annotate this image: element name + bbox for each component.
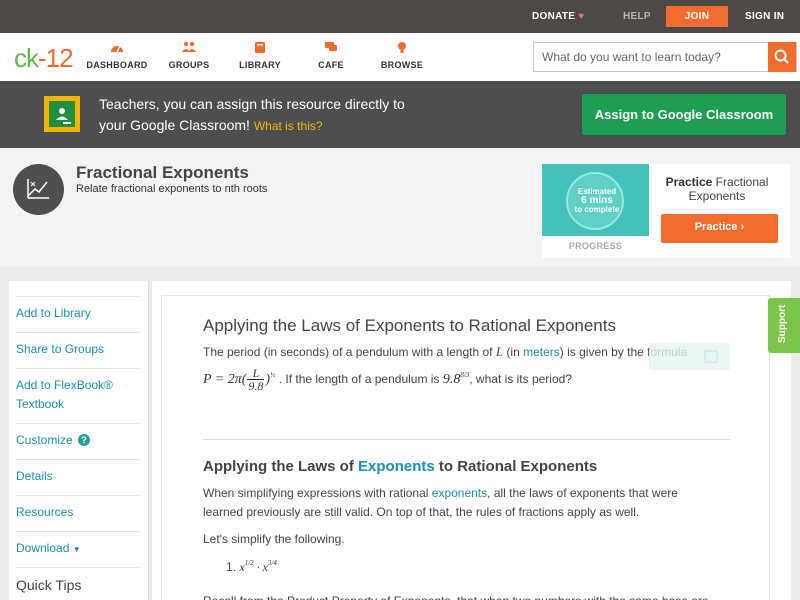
concept-title: Fractional Exponents bbox=[76, 163, 249, 182]
example-1: 1. x1/2 · x3/4 bbox=[226, 559, 277, 574]
formula-line: P = 2π(L 9.8)½ . If the length of a pendu… bbox=[203, 366, 572, 394]
concept-subtitle: Relate fractional exponents to nth roots bbox=[76, 183, 268, 195]
what-is-this-link[interactable]: What is this? bbox=[254, 119, 323, 133]
sidebar: Add to Library Share to Groups Add to Fl… bbox=[9, 281, 149, 600]
article: Applying the Laws of Exponents to Ration… bbox=[161, 295, 770, 600]
example-intro: Let's simplify the following. bbox=[203, 532, 345, 546]
divider bbox=[16, 296, 139, 297]
nav-library[interactable]: LIBRARY bbox=[225, 41, 295, 70]
practice-card: Estimated 6 mins to complete PROGRESS Pr… bbox=[542, 164, 791, 258]
exponents-link[interactable]: Exponents bbox=[358, 458, 435, 475]
length-value: 9.88/3 bbox=[442, 371, 470, 387]
nav-cafe[interactable]: CAFE bbox=[296, 41, 366, 70]
intro-paragraph: The period (in seconds) of a pendulum wi… bbox=[203, 344, 688, 359]
add-to-library-link[interactable]: Add to Library bbox=[16, 304, 139, 323]
section-heading: Applying the Laws of Exponents to Ration… bbox=[203, 458, 598, 475]
help-link[interactable]: HELP bbox=[623, 11, 651, 22]
banner-message: Teachers, you can assign this resource d… bbox=[99, 96, 405, 133]
nav-dashboard[interactable]: DASHBOARD bbox=[82, 41, 152, 70]
teacher-banner: Teachers, you can assign this resource d… bbox=[0, 81, 800, 148]
meters-link[interactable]: meters bbox=[523, 345, 560, 359]
concept-icon bbox=[13, 164, 64, 215]
download-link[interactable]: Download ▼ bbox=[16, 539, 139, 559]
divider bbox=[16, 368, 139, 369]
browse-icon bbox=[398, 42, 406, 53]
search-input[interactable] bbox=[534, 43, 769, 71]
heart-icon: ♥ bbox=[578, 11, 585, 22]
nav-browse[interactable]: BROWSE bbox=[367, 41, 437, 70]
divider bbox=[16, 567, 139, 568]
main-nav: ck-12 DASHBOARD GROUPS LIBRARY CAFE BROW… bbox=[0, 33, 800, 81]
progress-label: PROGRESS bbox=[568, 241, 623, 251]
sign-in-link[interactable]: SIGN IN bbox=[745, 11, 784, 22]
nav-groups[interactable]: GROUPS bbox=[154, 41, 224, 70]
customize-link[interactable]: Customize ? bbox=[16, 431, 139, 450]
divider bbox=[16, 531, 139, 532]
search-icon bbox=[774, 49, 789, 64]
search-button[interactable] bbox=[768, 42, 796, 72]
resources-link[interactable]: Resources bbox=[16, 503, 139, 522]
body-paragraph: When simplifying expressions with ration… bbox=[203, 486, 678, 519]
estimated-time: Estimated 6 mins to complete bbox=[574, 187, 620, 214]
progress-ring: Estimated 6 mins to complete bbox=[566, 172, 624, 230]
library-icon bbox=[255, 42, 265, 53]
search-box bbox=[533, 42, 797, 72]
donate-link[interactable]: DONATE ♥ bbox=[532, 11, 585, 22]
groups-icon bbox=[182, 41, 196, 52]
concept-header: Fractional Exponents Relate fractional e… bbox=[0, 148, 800, 266]
practice-label: Practice Fractional Exponents bbox=[665, 175, 769, 203]
exponents-link[interactable]: exponents bbox=[432, 486, 487, 500]
article-title: Applying the Laws of Exponents to Ration… bbox=[203, 316, 616, 335]
ck12-logo[interactable]: ck-12 bbox=[14, 43, 74, 74]
support-tab[interactable]: Support bbox=[768, 298, 800, 353]
divider bbox=[203, 439, 731, 440]
divider bbox=[16, 495, 139, 496]
top-bar: DONATE ♥ HELP JOIN SIGN IN bbox=[0, 0, 800, 33]
main-content: Applying the Laws of Exponents to Ration… bbox=[151, 281, 791, 600]
assign-to-google-classroom-button[interactable]: Assign to Google Classroom bbox=[582, 94, 786, 135]
pendulum-formula: P = 2π(L 9.8)½ bbox=[203, 366, 276, 394]
divider bbox=[16, 459, 139, 460]
add-to-flexbook-link[interactable]: Add to FlexBook® Textbook bbox=[16, 376, 139, 414]
share-to-groups-link[interactable]: Share to Groups bbox=[16, 340, 139, 359]
quick-tips-heading: Quick Tips bbox=[16, 577, 82, 593]
details-link[interactable]: Details bbox=[16, 467, 139, 486]
product-property-paragraph: Recall from the Product Property of Expo… bbox=[203, 592, 709, 600]
help-icon[interactable]: ? bbox=[78, 434, 91, 446]
note-icon bbox=[704, 350, 718, 363]
join-button[interactable]: JOIN bbox=[666, 6, 728, 27]
chevron-right-icon: › bbox=[740, 221, 745, 233]
notes-tool-overlay[interactable] bbox=[649, 343, 730, 370]
dashboard-icon bbox=[111, 45, 123, 53]
practice-button[interactable]: Practice › bbox=[661, 214, 778, 243]
caret-down-icon: ▼ bbox=[72, 545, 81, 554]
progress-graphic: Estimated 6 mins to complete bbox=[542, 164, 649, 236]
google-classroom-icon bbox=[44, 96, 80, 132]
divider bbox=[16, 332, 139, 333]
divider bbox=[16, 423, 139, 424]
cafe-icon bbox=[325, 42, 337, 51]
